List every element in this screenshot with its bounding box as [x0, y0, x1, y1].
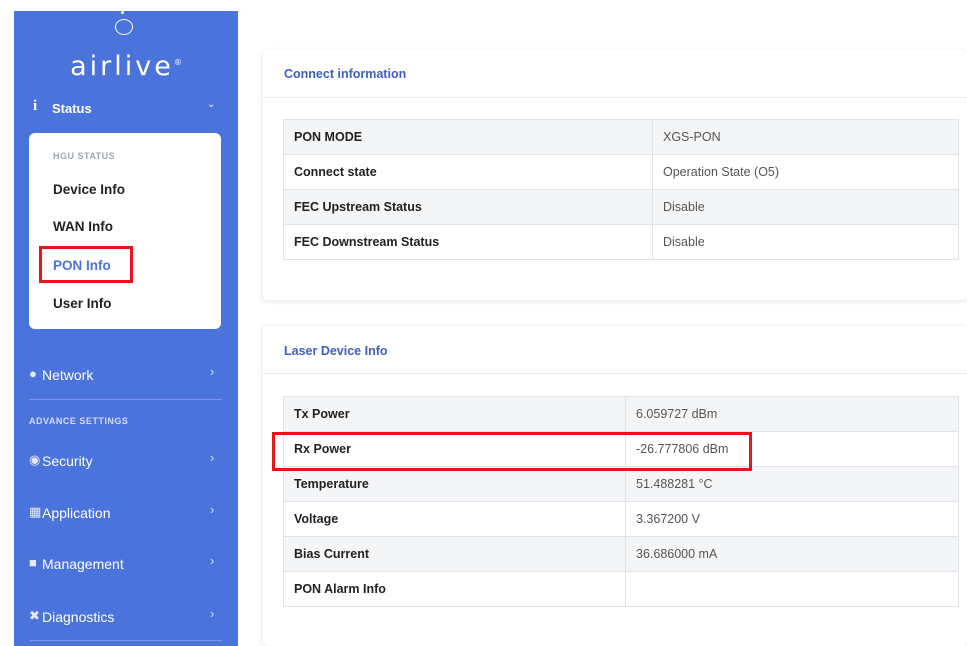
- row-key: Voltage: [283, 501, 626, 537]
- shield-icon: ◉: [29, 452, 41, 467]
- row-key: Temperature: [283, 466, 626, 502]
- table-row: PON Alarm Info: [283, 571, 959, 607]
- advance-settings-title: ADVANCE SETTINGS: [29, 416, 129, 426]
- sidebar-divider: [29, 399, 222, 400]
- nav-network[interactable]: ● Network ›: [14, 361, 238, 391]
- chevron-right-icon: ›: [210, 364, 215, 379]
- chevron-down-icon: ⌄: [207, 99, 216, 110]
- row-value: Disable: [652, 189, 959, 225]
- nav-management-label: Management: [42, 556, 124, 572]
- row-value: Operation State (O5): [652, 154, 959, 190]
- table-row: Voltage 3.367200 V: [283, 501, 959, 537]
- row-value: 3.367200 V: [625, 501, 959, 537]
- connect-info-table: PON MODE XGS-PON Connect state Operation…: [283, 119, 959, 260]
- chevron-right-icon: ›: [210, 606, 215, 621]
- connect-info-card: Connect information PON MODE XGS-PON Con…: [263, 50, 967, 300]
- table-row: Temperature 51.488281 °C: [283, 466, 959, 502]
- laser-device-card: Laser Device Info Tx Power 6.059727 dBm …: [263, 326, 967, 646]
- table-row: PON MODE XGS-PON: [283, 119, 959, 155]
- row-key: FEC Upstream Status: [283, 189, 653, 225]
- table-row: Tx Power 6.059727 dBm: [283, 396, 959, 432]
- submenu-section-title: HGU STATUS: [53, 151, 116, 161]
- chevron-right-icon: ›: [210, 553, 215, 568]
- submenu-item-user-info[interactable]: User Info: [53, 296, 112, 311]
- row-value: 51.488281 °C: [625, 466, 959, 502]
- row-value: [625, 571, 959, 607]
- sitemap-icon: ▦: [29, 504, 42, 519]
- nav-management[interactable]: ■ Management ›: [14, 550, 238, 580]
- row-key: Connect state: [283, 154, 653, 190]
- row-value: Disable: [652, 224, 959, 260]
- nav-security[interactable]: ◉ Security ›: [14, 447, 238, 477]
- nav-status[interactable]: i Status ⌄: [14, 96, 238, 126]
- status-submenu: HGU STATUS Device Info WAN Info PON Info…: [29, 133, 221, 329]
- table-row: FEC Downstream Status Disable: [283, 224, 959, 260]
- nav-status-label: Status: [52, 101, 92, 116]
- table-row: Connect state Operation State (O5): [283, 154, 959, 190]
- table-row: Bias Current 36.686000 mA: [283, 536, 959, 572]
- nav-diagnostics-label: Diagnostics: [42, 609, 115, 625]
- nav-application-label: Application: [42, 505, 111, 521]
- logo-text: airlive®: [70, 51, 182, 82]
- tools-icon: ✖: [29, 608, 40, 623]
- card-title: Connect information: [284, 67, 407, 81]
- row-key: PON Alarm Info: [283, 571, 626, 607]
- table-row: FEC Upstream Status Disable: [283, 189, 959, 225]
- pon-info-highlight: [39, 246, 133, 283]
- card-separator: [263, 97, 967, 98]
- nav-network-label: Network: [42, 367, 94, 383]
- nav-diagnostics[interactable]: ✖ Diagnostics ›: [14, 603, 238, 633]
- globe-icon: ●: [29, 366, 37, 381]
- logo-ring: [115, 19, 133, 35]
- info-icon: i: [33, 98, 38, 114]
- sidebar: airlive® i Status ⌄ HGU STATUS Device In…: [14, 11, 238, 646]
- rx-power-highlight: [272, 432, 752, 471]
- nav-application[interactable]: ▦ Application ›: [14, 499, 238, 529]
- row-key: FEC Downstream Status: [283, 224, 653, 260]
- chevron-right-icon: ›: [210, 502, 215, 517]
- card-separator: [263, 373, 967, 374]
- management-icon: ■: [29, 555, 37, 570]
- row-key: PON MODE: [283, 119, 653, 155]
- row-value: 36.686000 mA: [625, 536, 959, 572]
- chevron-right-icon: ›: [210, 450, 215, 465]
- submenu-item-wan-info[interactable]: WAN Info: [53, 219, 113, 234]
- row-value: 6.059727 dBm: [625, 396, 959, 432]
- row-key: Bias Current: [283, 536, 626, 572]
- laser-device-table: Tx Power 6.059727 dBm Rx Power -26.77780…: [283, 396, 959, 607]
- row-key: Tx Power: [283, 396, 626, 432]
- airlive-logo[interactable]: airlive®: [14, 11, 238, 86]
- submenu-item-device-info[interactable]: Device Info: [53, 182, 125, 197]
- nav-security-label: Security: [42, 453, 93, 469]
- row-value: XGS-PON: [652, 119, 959, 155]
- logo-dot: [121, 11, 124, 14]
- card-title: Laser Device Info: [284, 344, 388, 358]
- sidebar-divider: [29, 640, 222, 641]
